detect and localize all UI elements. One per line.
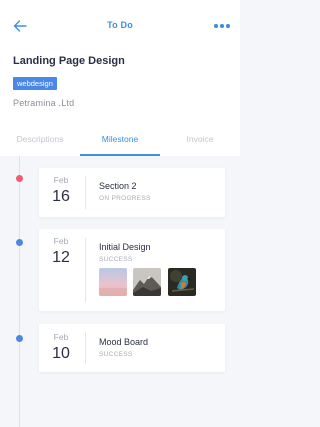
timeline-dot-in-progress — [16, 175, 23, 182]
milestone-name: Section 2 — [99, 181, 137, 191]
milestone-card-initial-design[interactable]: Feb 12 Initial Design SUCCESS — [39, 229, 225, 311]
card-divider — [85, 176, 86, 209]
timeline-line — [19, 156, 20, 427]
milestone-card-mood-board[interactable]: Feb 10 Mood Board SUCCESS — [39, 324, 225, 372]
project-title: Landing Page Design — [13, 55, 125, 67]
milestone-date: Feb 12 — [39, 236, 83, 267]
tab-invoice[interactable]: Invoice — [160, 129, 240, 156]
page-title: To Do — [107, 20, 133, 30]
milestone-status: ON PROGRESS — [99, 195, 151, 202]
milestone-month: Feb — [53, 332, 69, 342]
card-divider — [85, 332, 86, 364]
milestone-month: Feb — [53, 175, 69, 185]
milestone-name: Mood Board — [99, 337, 149, 347]
tab-milestone[interactable]: Milestone — [80, 129, 160, 156]
sunset-gradient-image[interactable] — [99, 268, 127, 296]
header-panel: To Do Landing Page Design webdesign Petr… — [0, 0, 240, 156]
timeline-dot-success — [16, 335, 23, 342]
kingfisher-bird-image[interactable] — [168, 268, 196, 296]
milestone-status: SUCCESS — [99, 256, 133, 263]
tab-descriptions[interactable]: Descriptions — [0, 129, 80, 156]
milestone-day: 16 — [52, 188, 70, 205]
milestone-month: Feb — [53, 236, 69, 246]
milestone-day: 10 — [52, 345, 70, 362]
milestone-date: Feb 10 — [39, 332, 83, 363]
timeline-dot-success — [16, 239, 23, 246]
milestone-card-section-2[interactable]: Feb 16 Section 2 ON PROGRESS — [39, 168, 225, 217]
card-divider — [85, 238, 86, 302]
more-horizontal-icon[interactable] — [214, 23, 230, 29]
project-tag[interactable]: webdesign — [13, 77, 57, 90]
company-name: Petramina .Ltd — [13, 98, 75, 108]
mountain-image[interactable] — [133, 268, 161, 296]
milestone-status: SUCCESS — [99, 351, 133, 358]
tab-bar: Descriptions Milestone Invoice — [0, 129, 240, 156]
milestone-day: 12 — [52, 249, 70, 266]
milestone-date: Feb 16 — [39, 175, 83, 206]
milestone-name: Initial Design — [99, 242, 151, 252]
